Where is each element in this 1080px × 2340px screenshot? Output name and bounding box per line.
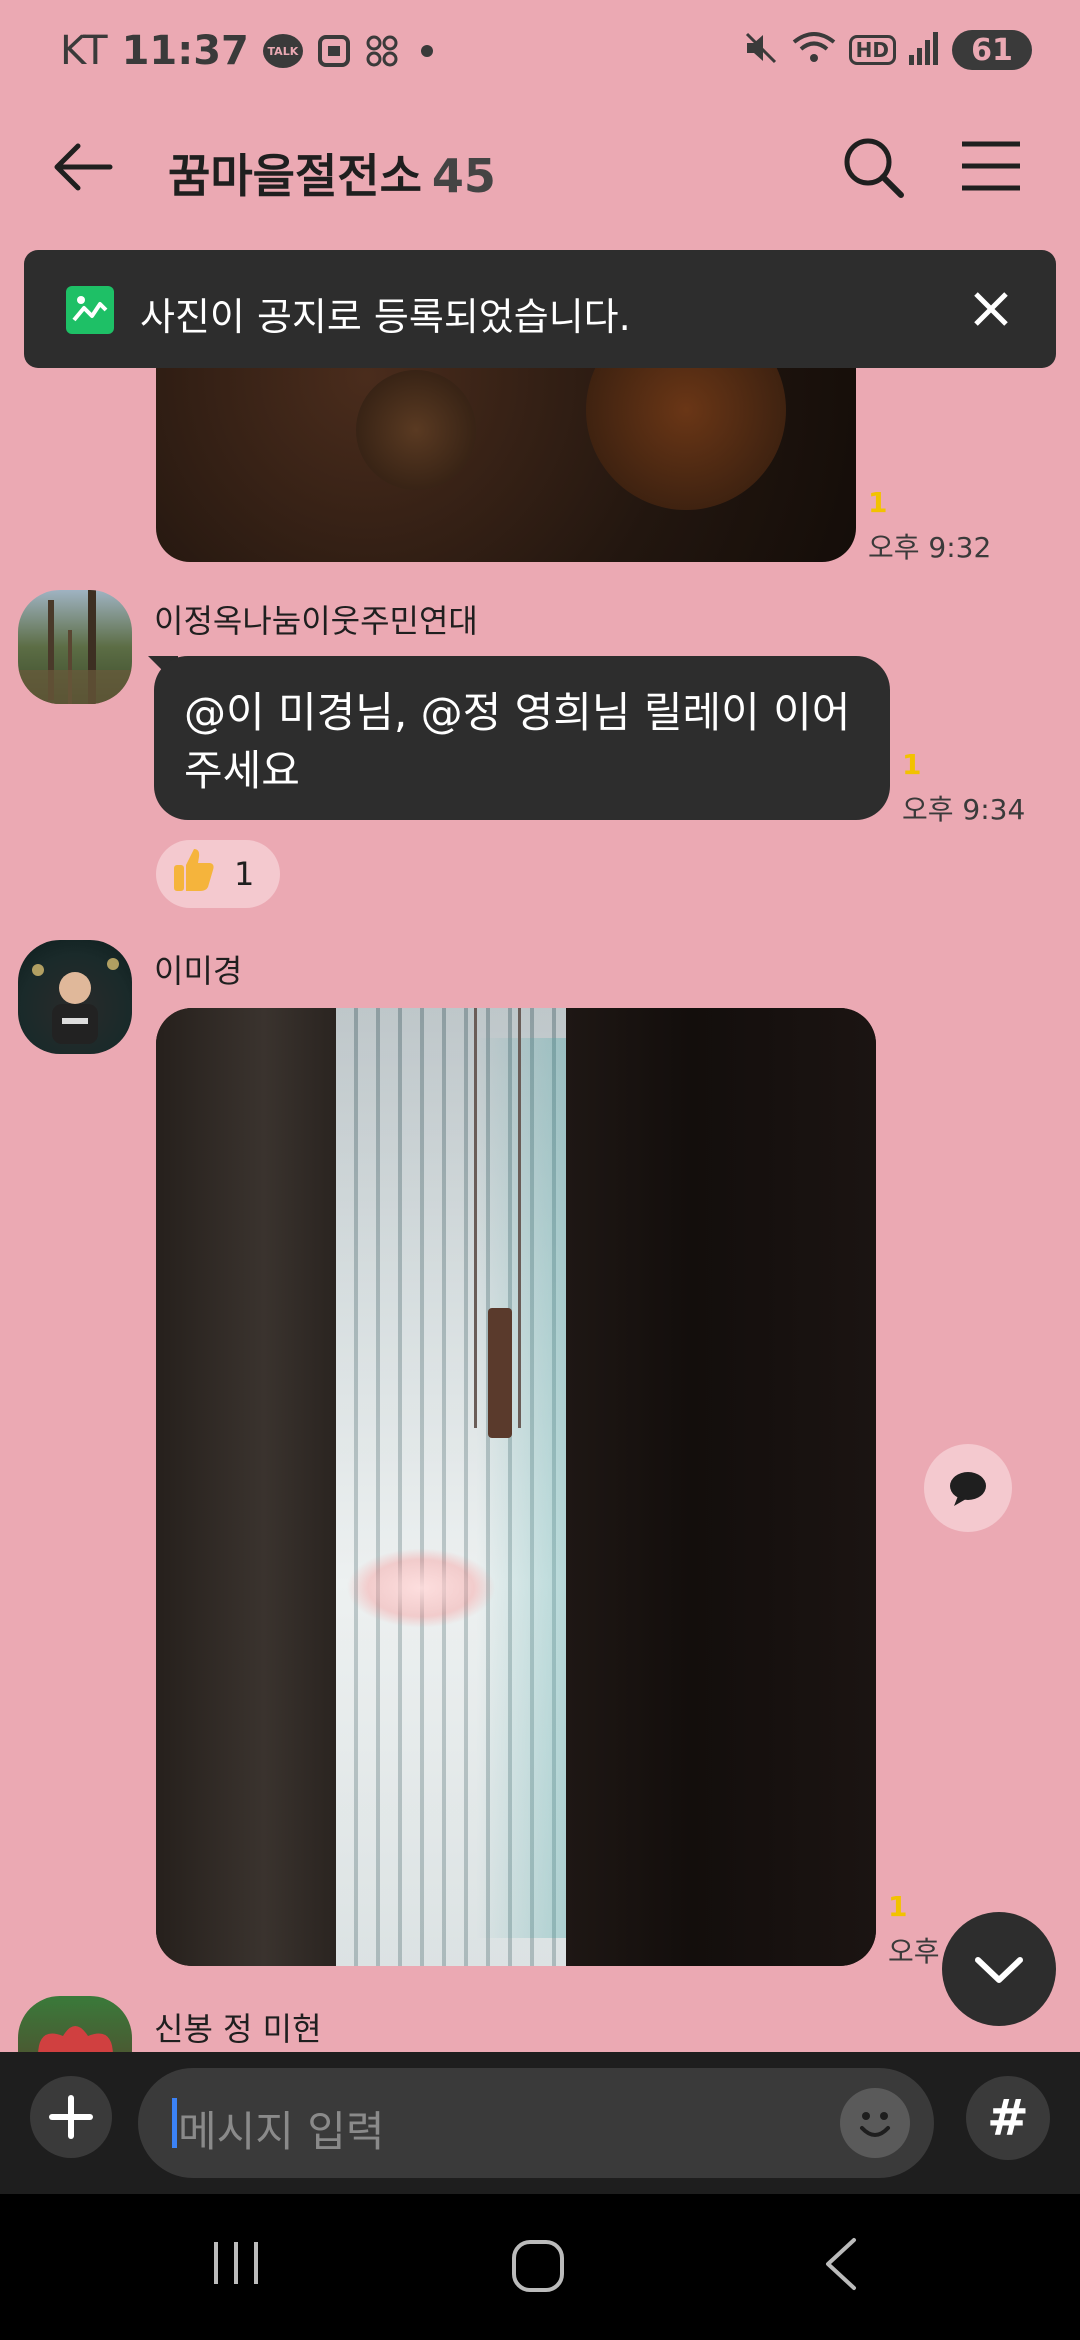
message-text-line: @이 미경님, @정 영희님 릴레이 이어: [184, 688, 851, 737]
text-message-bubble[interactable]: @이 미경님, @정 영희님 릴레이 이어 주세요: [154, 656, 890, 820]
back-button[interactable]: [48, 132, 118, 202]
chevron-left-icon: [826, 2238, 856, 2290]
notification-dot-icon: [420, 45, 433, 57]
hamburger-menu-icon: [962, 141, 1020, 191]
photo-region: [518, 1008, 521, 1428]
photo-message[interactable]: [156, 1008, 876, 1966]
sender-name: 이정옥나눔이웃주민연대: [154, 602, 478, 640]
attach-button[interactable]: [30, 2076, 112, 2158]
plus-icon: [49, 2095, 93, 2139]
home-icon: [512, 2240, 564, 2292]
close-toast-button[interactable]: [964, 282, 1018, 336]
text-caret: [172, 2098, 177, 2148]
kakaotalk-notification-icon: TALK: [262, 34, 303, 68]
clock: 11:37: [121, 28, 249, 74]
sender-name: 이미경: [154, 952, 243, 990]
signal-icon: [908, 31, 940, 69]
unread-count: 1: [888, 1890, 908, 1923]
message-time: 오후 9:32: [868, 531, 992, 564]
chat-room-name: 꿈마을절전소: [168, 149, 422, 203]
photo-region: [346, 1548, 496, 1628]
status-bar: KT 11:37 TALK HD 61: [0, 0, 1080, 100]
back-arrow-icon: [54, 143, 113, 191]
photo-region: [476, 1038, 566, 1938]
hd-voice-badge: HD: [848, 35, 896, 65]
reaction-chip[interactable]: 1: [156, 840, 280, 908]
status-left: KT 11:37 TALK: [60, 28, 433, 74]
message-time: 오후 9:34: [902, 793, 1026, 826]
sender-name: 신봉 정 미현: [154, 2010, 322, 2048]
search-icon: [844, 138, 904, 198]
unread-count: 1: [868, 486, 888, 519]
screenshot-icon: [317, 34, 351, 68]
avatar-image: [18, 590, 132, 704]
chat-title: 꿈마을절전소 45: [168, 140, 496, 206]
member-count: 45: [431, 149, 496, 203]
mute-icon: [743, 30, 779, 70]
home-button[interactable]: [510, 2238, 566, 2294]
photo-texture: [356, 370, 476, 490]
close-icon: [974, 292, 1008, 326]
thumbs-up-icon: [172, 845, 216, 903]
scroll-to-bottom-button[interactable]: [942, 1912, 1056, 2026]
avatar[interactable]: [18, 590, 132, 704]
status-right: HD 61: [743, 30, 1032, 70]
message-time: 오후: [888, 1935, 940, 1968]
photo-region: [488, 1308, 512, 1438]
grid-app-icon: [365, 34, 399, 68]
message-input-placeholder: 메시지 입력: [178, 2107, 385, 2156]
photo-region: [474, 1008, 477, 1428]
carrier-label: KT: [60, 28, 108, 74]
system-nav-bar: [0, 2194, 1080, 2340]
avatar-image: [32, 958, 119, 1044]
message-text-line: 주세요: [184, 746, 300, 795]
message-composer: 메시지 입력 #: [0, 2052, 1080, 2194]
image-notice-icon: [66, 286, 114, 334]
reaction-count: 1: [234, 855, 255, 893]
recent-apps-icon: [214, 2242, 258, 2284]
chat-header: 꿈마을절전소 45: [0, 110, 1080, 220]
system-back-button[interactable]: [818, 2234, 862, 2294]
chevron-down-icon: [975, 1957, 1023, 1983]
unread-count: 1: [902, 748, 922, 781]
smiley-icon: [860, 2112, 890, 2137]
avatar[interactable]: [18, 940, 132, 1054]
notice-toast-text: 사진이 공지로 등록되었습니다.: [140, 295, 631, 339]
wifi-icon: [791, 30, 837, 70]
menu-button[interactable]: [958, 136, 1024, 196]
emoticon-button[interactable]: [840, 2088, 910, 2158]
photo-region: [566, 1008, 876, 1966]
notice-toast: 사진이 공지로 등록되었습니다.: [24, 250, 1056, 368]
speech-bubble-icon: [950, 1472, 986, 1506]
comment-button[interactable]: [924, 1444, 1012, 1532]
photo-region: [156, 1008, 336, 1966]
recent-apps-button[interactable]: [210, 2238, 262, 2288]
search-button[interactable]: [838, 132, 908, 202]
battery-indicator: 61: [952, 30, 1032, 70]
hashtag-search-button[interactable]: #: [966, 2076, 1050, 2160]
message-input[interactable]: 메시지 입력: [138, 2068, 934, 2178]
